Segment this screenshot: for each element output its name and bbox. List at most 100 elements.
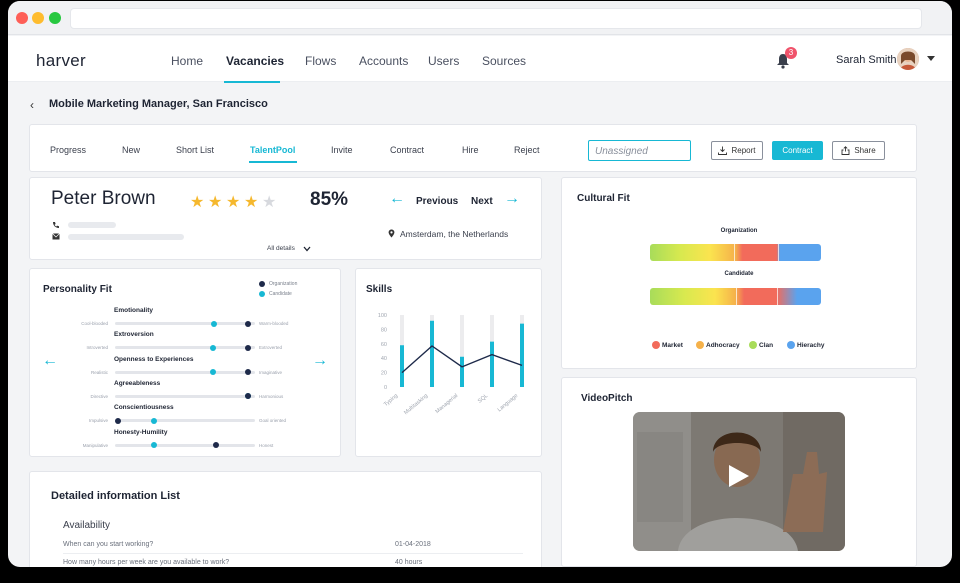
nav-home[interactable]: Home bbox=[171, 54, 203, 68]
phone-icon bbox=[53, 222, 59, 228]
assignee-input[interactable]: Unassigned bbox=[588, 140, 691, 161]
trait-track bbox=[115, 344, 255, 351]
legend-clan-label: Clan bbox=[759, 341, 774, 349]
candidate-marker bbox=[210, 344, 217, 351]
trait-low-label: Directive bbox=[90, 393, 108, 399]
cultural-org-bar bbox=[650, 244, 821, 261]
mail-icon bbox=[52, 233, 60, 240]
availability-heading: Availability bbox=[63, 520, 111, 531]
contract-button-label: Contract bbox=[782, 146, 813, 155]
skill-bar bbox=[490, 341, 494, 387]
detail-answer: 40 hours bbox=[395, 559, 423, 566]
back-arrow-icon[interactable]: ‹ bbox=[30, 98, 34, 112]
minimize-window-button[interactable] bbox=[32, 12, 44, 24]
legend-market-label: Market bbox=[662, 341, 683, 349]
trait-low-label: Realistic bbox=[90, 369, 108, 375]
legend-dot-adhocracy bbox=[696, 341, 704, 349]
trait-low-label: Manipulative bbox=[82, 442, 108, 448]
trait-track bbox=[115, 320, 255, 327]
detailed-info-title: Detailed information List bbox=[51, 490, 180, 502]
nav-sources[interactable]: Sources bbox=[482, 54, 526, 68]
candidate-marker bbox=[210, 369, 217, 376]
nav-accounts[interactable]: Accounts bbox=[359, 54, 408, 68]
legend-dot-market bbox=[652, 341, 660, 349]
tab-new[interactable]: New bbox=[122, 145, 140, 155]
skill-bar bbox=[520, 323, 524, 387]
all-details-link[interactable]: All details bbox=[267, 245, 295, 252]
tab-active-indicator bbox=[249, 161, 297, 163]
share-button[interactable]: Share bbox=[832, 141, 885, 160]
location-pin-icon bbox=[388, 229, 395, 238]
next-button[interactable]: Next bbox=[471, 196, 493, 207]
page-title: Mobile Marketing Manager, San Francisco bbox=[49, 98, 268, 110]
share-button-label: Share bbox=[854, 146, 876, 155]
row-divider bbox=[63, 553, 523, 554]
nav-flows[interactable]: Flows bbox=[305, 54, 336, 68]
trait-name: Emotionality bbox=[114, 307, 154, 314]
harver-logo[interactable]: harver bbox=[36, 51, 86, 71]
nav-users[interactable]: Users bbox=[428, 54, 459, 68]
legend-candidate: Candidate bbox=[259, 291, 292, 297]
chevron-down-icon[interactable] bbox=[303, 246, 311, 252]
arrow-left-icon[interactable]: ← bbox=[42, 352, 58, 370]
trait-name: Agreeableness bbox=[114, 379, 161, 387]
top-nav: harver Home Vacancies Flows Accounts Use… bbox=[8, 36, 952, 83]
close-window-button[interactable] bbox=[16, 12, 28, 24]
legend-hierachy-label: Hierachy bbox=[797, 341, 825, 349]
nav-vacancies[interactable]: Vacancies bbox=[226, 54, 284, 68]
arrow-right-icon[interactable]: → bbox=[504, 190, 520, 208]
personality-fit-title: Personality Fit bbox=[43, 284, 112, 295]
tab-reject[interactable]: Reject bbox=[514, 145, 540, 155]
avatar[interactable] bbox=[897, 48, 919, 70]
video-thumbnail bbox=[633, 412, 845, 551]
legend-dot-organization bbox=[259, 281, 265, 287]
notification-badge: 3 bbox=[785, 47, 797, 59]
match-score: 85% bbox=[310, 189, 349, 210]
x-tick-label: Language bbox=[497, 393, 520, 413]
organization-marker bbox=[212, 442, 219, 448]
tab-contract[interactable]: Contract bbox=[390, 145, 424, 155]
maximize-window-button[interactable] bbox=[49, 12, 61, 24]
cultural-fit-title: Cultural Fit bbox=[577, 193, 630, 204]
report-button[interactable]: Report bbox=[711, 141, 763, 160]
candidate-location: Amsterdam, the Netherlands bbox=[400, 229, 509, 239]
chevron-down-icon[interactable] bbox=[927, 56, 935, 61]
star-filled-icon: ★ bbox=[190, 194, 205, 211]
phone-placeholder bbox=[68, 222, 116, 228]
y-tick-label: 20 bbox=[381, 371, 387, 377]
email-placeholder bbox=[68, 234, 184, 240]
arrow-left-icon[interactable]: ← bbox=[389, 190, 405, 208]
previous-button[interactable]: Previous bbox=[416, 196, 458, 207]
organization-marker bbox=[244, 369, 251, 376]
cultural-cand-label: Candidate bbox=[724, 271, 754, 277]
avatar-image bbox=[897, 48, 919, 70]
tab-hire[interactable]: Hire bbox=[462, 145, 479, 155]
star-filled-icon: ★ bbox=[244, 194, 259, 211]
trait-high-label: Honest bbox=[259, 442, 274, 448]
address-bar[interactable] bbox=[70, 8, 922, 29]
trait-high-label: Goal oriented bbox=[259, 418, 287, 424]
trait-name: Honesty-Humility bbox=[114, 428, 168, 436]
contract-button[interactable]: Contract bbox=[772, 141, 823, 160]
tab-talentpool[interactable]: TalentPool bbox=[250, 145, 295, 155]
skill-bar bbox=[430, 320, 434, 387]
trait-name: Conscientiousness bbox=[114, 404, 174, 412]
x-tick-label: Multitasking bbox=[403, 393, 429, 416]
tab-progress[interactable]: Progress bbox=[50, 145, 86, 155]
legend-market: Market bbox=[652, 341, 683, 349]
video-player[interactable] bbox=[633, 412, 845, 551]
tab-invite[interactable]: Invite bbox=[331, 145, 353, 155]
cultural-cand-bar bbox=[650, 288, 821, 305]
skills-title: Skills bbox=[366, 284, 393, 295]
detail-question: When can you start working? bbox=[63, 541, 154, 548]
share-icon bbox=[841, 146, 850, 155]
detail-question: How many hours per week are you availabl… bbox=[63, 559, 230, 566]
tab-short-list[interactable]: Short List bbox=[176, 145, 214, 155]
user-name[interactable]: Sarah Smith bbox=[836, 54, 897, 66]
candidate-marker bbox=[151, 442, 158, 448]
detailed-info-card: Detailed information List Availability W… bbox=[29, 471, 542, 567]
legend-organization-label: Organization bbox=[269, 281, 298, 287]
personality-fit-card: Personality Fit Organization Candidate ←… bbox=[29, 268, 341, 457]
cultural-fit-card: Cultural Fit Organization Candidate Mark… bbox=[561, 177, 917, 369]
arrow-right-icon[interactable]: → bbox=[312, 352, 328, 370]
